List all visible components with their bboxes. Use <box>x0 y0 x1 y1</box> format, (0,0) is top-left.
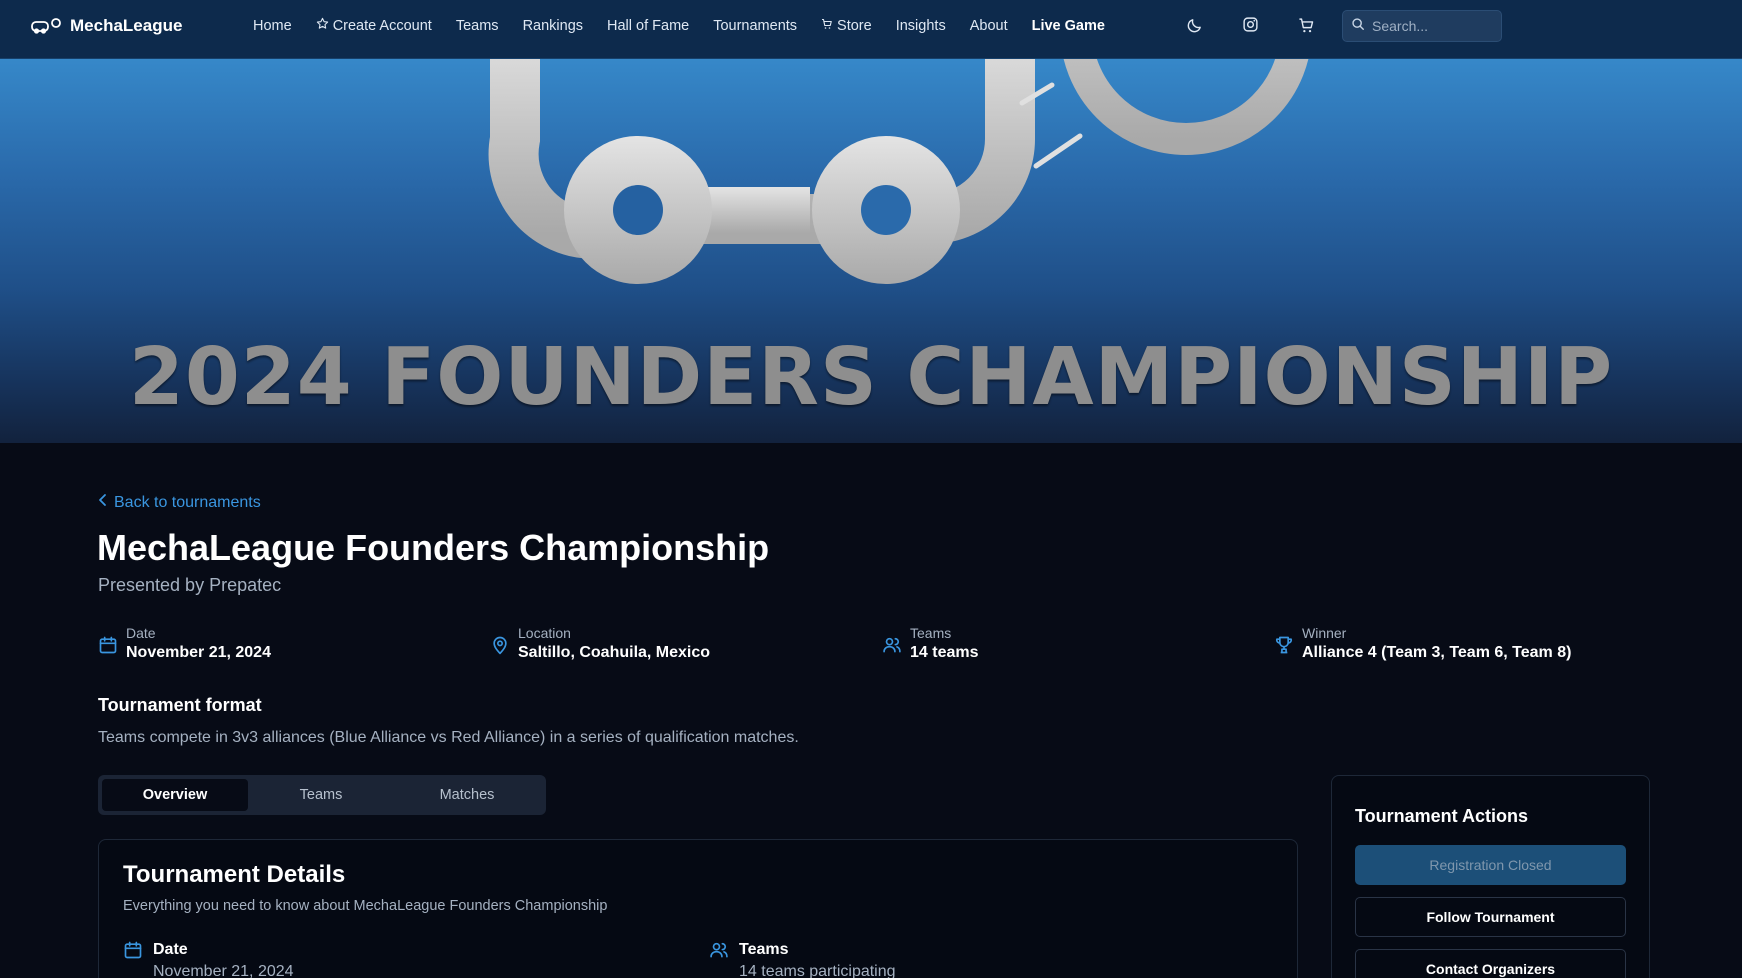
follow-tournament-button[interactable]: Follow Tournament <box>1355 897 1626 937</box>
tournament-details-card: Tournament Details Everything you need t… <box>98 839 1298 978</box>
tournament-actions-card: Tournament Actions Registration Closed F… <box>1331 775 1650 978</box>
nav-rankings[interactable]: Rankings <box>523 18 583 34</box>
detail-teams: Teams 14 teams participating <box>709 940 896 978</box>
detail-date-value: November 21, 2024 <box>153 963 294 978</box>
tab-overview[interactable]: Overview <box>102 779 248 811</box>
info-teams: Teams 14 teams <box>882 624 979 664</box>
nav-insights[interactable]: Insights <box>896 18 946 34</box>
logo-icon <box>30 15 62 37</box>
map-pin-icon <box>490 635 510 655</box>
top-navbar: MechaLeague Home Create Account Teams Ra… <box>0 0 1742 59</box>
instagram-link[interactable] <box>1239 16 1261 38</box>
info-location-label: Location <box>518 625 571 641</box>
info-location: Location Saltillo, Coahuila, Mexico <box>490 624 710 664</box>
nav-about-label: About <box>969 17 1008 34</box>
nav-teams[interactable]: Teams <box>456 18 499 34</box>
registration-closed-button[interactable]: Registration Closed <box>1355 845 1626 885</box>
format-title: Tournament format <box>98 695 262 715</box>
nav-insights-label: Insights <box>895 17 946 34</box>
instagram-icon <box>1242 16 1259 38</box>
info-winner: Winner Alliance 4 (Team 3, Team 6, Team … <box>1274 624 1571 664</box>
search-input[interactable] <box>1372 18 1492 34</box>
actions-title: Tournament Actions <box>1355 806 1529 826</box>
info-winner-value: Alliance 4 (Team 3, Team 6, Team 8) <box>1302 644 1572 661</box>
format-description: Teams compete in 3v3 alliances (Blue All… <box>98 729 799 746</box>
detail-teams-label: Teams <box>739 941 789 958</box>
users-icon <box>709 940 729 978</box>
brand-name: MechaLeague <box>70 16 183 35</box>
nav-live-game-label: Live Game <box>1031 17 1105 34</box>
details-subtitle: Everything you need to know about MechaL… <box>123 898 608 914</box>
moon-icon <box>1186 17 1203 37</box>
info-date-value: November 21, 2024 <box>126 644 271 661</box>
info-teams-value: 14 teams <box>910 644 979 661</box>
back-to-tournaments-link[interactable]: Back to tournaments <box>98 493 261 512</box>
cart-icon <box>821 18 833 34</box>
users-icon <box>882 635 902 655</box>
detail-teams-value: 14 teams participating <box>739 963 896 978</box>
brand-logo[interactable]: MechaLeague <box>30 15 182 37</box>
main-nav: Home Create Account Teams Rankings Hall … <box>253 17 1129 34</box>
contact-organizers-button[interactable]: Contact Organizers <box>1355 949 1626 978</box>
nav-store[interactable]: Store <box>821 18 872 34</box>
nav-tournaments-label: Tournaments <box>713 17 798 34</box>
hero-title: 2024 FOUNDERS CHAMPIONSHIP <box>128 331 1614 423</box>
info-winner-label: Winner <box>1302 625 1347 641</box>
tournament-tabs: Overview Teams Matches <box>98 775 546 815</box>
nav-create-account[interactable]: Create Account <box>316 17 432 34</box>
nav-hall-of-fame-label: Hall of Fame <box>607 17 690 34</box>
details-title: Tournament Details <box>123 861 346 888</box>
nav-about[interactable]: About <box>970 18 1008 34</box>
nav-create-account-label: Create Account <box>332 17 432 34</box>
nav-rankings-label: Rankings <box>522 17 584 34</box>
theme-toggle-button[interactable] <box>1183 16 1205 38</box>
nav-tournaments[interactable]: Tournaments <box>713 18 797 34</box>
calendar-icon <box>123 940 143 978</box>
tab-teams[interactable]: Teams <box>248 779 394 811</box>
calendar-icon <box>98 635 118 655</box>
chevron-left-icon <box>98 493 108 512</box>
star-icon <box>316 17 329 34</box>
nav-home-label: Home <box>253 17 292 34</box>
detail-date-label: Date <box>153 941 188 958</box>
back-link-label: Back to tournaments <box>114 493 261 511</box>
nav-store-label: Store <box>837 17 872 34</box>
presented-by: Presented by Prepatec <box>98 575 282 595</box>
page-title: MechaLeague Founders Championship <box>97 527 770 568</box>
search-icon <box>1351 17 1365 36</box>
info-date: Date November 21, 2024 <box>98 624 271 664</box>
cart-button[interactable] <box>1295 16 1317 38</box>
trophy-icon <box>1274 635 1294 655</box>
info-teams-label: Teams <box>910 625 952 641</box>
nav-home[interactable]: Home <box>253 18 292 34</box>
detail-date: Date November 21, 2024 <box>123 940 294 978</box>
info-location-value: Saltillo, Coahuila, Mexico <box>518 644 711 661</box>
info-date-label: Date <box>126 625 156 641</box>
shopping-cart-icon <box>1298 17 1315 37</box>
nav-live-game[interactable]: Live Game <box>1032 18 1105 34</box>
nav-hall-of-fame[interactable]: Hall of Fame <box>607 18 689 34</box>
search-box[interactable] <box>1342 10 1502 42</box>
hero-banner: 2024 FOUNDERS CHAMPIONSHIP <box>0 59 1742 443</box>
tab-matches[interactable]: Matches <box>394 779 540 811</box>
nav-teams-label: Teams <box>455 17 499 34</box>
